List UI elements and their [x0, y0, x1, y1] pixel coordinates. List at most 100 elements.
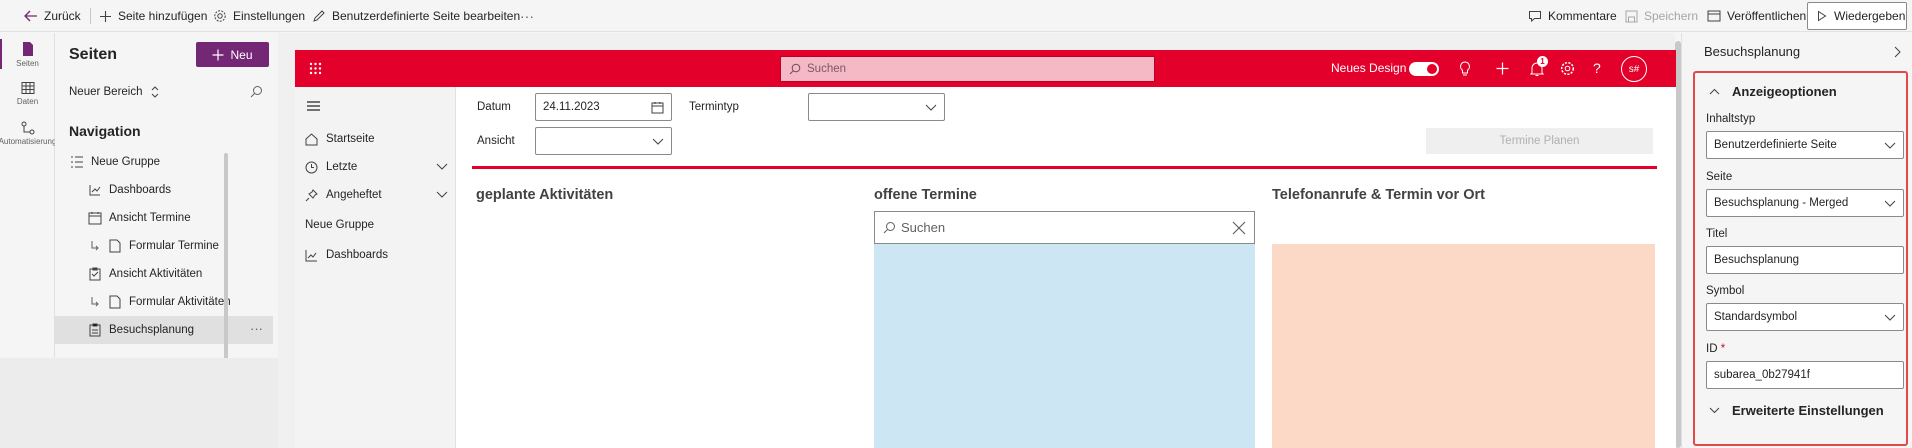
display-options-header[interactable]: Anzeigeoptionen — [1709, 84, 1837, 99]
chevron-right-icon[interactable] — [1894, 46, 1901, 58]
date-label: Datum — [477, 101, 511, 113]
calls-title: Telefonanrufe & Termin vor Ort — [1272, 187, 1485, 203]
nav-item-view-appointments[interactable]: Ansicht Termine — [55, 204, 273, 232]
clipboard-icon — [87, 266, 103, 282]
play-label: Wiedergeben — [1834, 9, 1906, 23]
type-dropdown[interactable] — [808, 93, 945, 121]
settings-button[interactable]: Einstellungen — [213, 0, 305, 32]
comments-label: Kommentare — [1548, 9, 1617, 23]
more-button[interactable]: ··· — [520, 0, 534, 32]
page-icon — [21, 41, 35, 57]
clock-icon — [305, 161, 318, 174]
scrollbar[interactable] — [224, 153, 228, 363]
chevron-down-icon — [1709, 407, 1720, 414]
nav-item-label: Besuchsplanung — [109, 324, 195, 336]
calls-list — [1272, 244, 1655, 448]
app-search-box[interactable]: Suchen — [780, 56, 1155, 82]
rail-item-data[interactable]: Daten — [0, 81, 55, 106]
publish-icon — [1707, 9, 1721, 23]
chevron-down-icon[interactable] — [436, 191, 448, 198]
title-value: Besuchsplanung — [1714, 254, 1800, 266]
comments-button[interactable]: Kommentare — [1528, 0, 1617, 32]
area-selector[interactable]: Neuer Bereich — [69, 86, 159, 98]
lightbulb-icon[interactable] — [1459, 61, 1471, 77]
notification-badge: 1 — [1537, 56, 1548, 67]
play-button[interactable]: Wiedergeben — [1807, 2, 1907, 30]
properties-title: Besuchsplanung — [1704, 44, 1801, 59]
subitem-icon — [87, 238, 103, 254]
sitemap-label: Angeheftet — [326, 189, 382, 201]
advanced-settings-header[interactable]: Erweiterte Einstellungen — [1709, 403, 1884, 418]
nav-item-group[interactable]: Neue Gruppe — [55, 148, 273, 176]
page-dropdown[interactable]: Besuchsplanung - Merged — [1706, 189, 1904, 217]
new-design-label: Neues Design — [1331, 61, 1407, 75]
help-icon[interactable]: ? — [1593, 60, 1601, 76]
group-icon — [69, 154, 85, 170]
nav-item-form-activities[interactable]: Formular Aktivitäten — [55, 288, 273, 316]
nav-item-label: Ansicht Termine — [109, 212, 191, 224]
advanced-title: Erweiterte Einstellungen — [1732, 403, 1884, 418]
command-bar: Zurück Seite hinzufügen Einstellungen Be… — [0, 0, 1912, 32]
new-button[interactable]: Neu — [196, 42, 269, 67]
edit-custom-page-button[interactable]: Benutzerdefinierte Seite bearbeiten — [312, 0, 520, 32]
nav-item-view-activities[interactable]: Ansicht Aktivitäten — [55, 260, 273, 288]
id-input[interactable]: subarea_0b27941f — [1706, 361, 1904, 389]
search-icon — [789, 63, 801, 75]
save-icon — [1625, 10, 1638, 23]
dashboard-icon — [305, 249, 318, 262]
sitemap-item-recent[interactable]: Letzte — [295, 153, 456, 181]
subitem-icon — [87, 294, 103, 310]
hamburger-icon[interactable] — [307, 101, 320, 111]
more-options-button[interactable]: ··· — [250, 321, 263, 336]
open-search-placeholder: Suchen — [901, 220, 946, 235]
sitemap-item-dashboards[interactable]: Dashboards — [295, 241, 456, 269]
search-icon[interactable] — [250, 85, 263, 98]
app-main: Datum 24.11.2023 Termintyp Ansicht Termi… — [456, 87, 1676, 448]
plan-appointments-button[interactable]: Termine Planen — [1426, 128, 1653, 154]
new-design-toggle[interactable] — [1409, 62, 1439, 76]
symbol-dropdown[interactable]: Standardsymbol — [1706, 303, 1904, 331]
chevron-down-icon[interactable] — [436, 163, 448, 170]
close-icon[interactable] — [1232, 221, 1246, 235]
rail-label: Automatisierung — [0, 137, 55, 146]
add-page-button[interactable]: Seite hinzufügen — [99, 0, 207, 32]
chevron-down-icon — [652, 138, 664, 145]
symbol-value: Standardsymbol — [1714, 311, 1798, 323]
save-button[interactable]: Speichern — [1625, 0, 1698, 32]
rail-item-automation[interactable]: Automatisierung — [0, 121, 55, 146]
open-appointments-title: offene Termine — [874, 187, 977, 203]
back-button[interactable]: Zurück — [24, 0, 81, 32]
nav-item-form-appointments[interactable]: Formular Termine — [55, 232, 273, 260]
pages-panel: Seiten Neu Neuer Bereich Navigation Neue… — [0, 33, 278, 448]
page-label: Seite — [1706, 171, 1733, 183]
sitemap-item-home[interactable]: Startseite — [295, 125, 456, 153]
search-icon — [883, 221, 896, 234]
chevron-down-icon — [1884, 142, 1896, 149]
area-label: Neuer Bereich — [69, 86, 143, 98]
publish-button[interactable]: Veröffentlichen — [1707, 0, 1806, 32]
nav-item-dashboards[interactable]: Dashboards — [55, 176, 273, 204]
view-dropdown[interactable] — [535, 127, 672, 155]
nav-item-besuchsplanung[interactable]: Besuchsplanung ··· — [55, 316, 273, 344]
pencil-icon — [312, 9, 326, 23]
custom-page-icon — [87, 322, 103, 338]
plus-icon[interactable] — [1496, 62, 1509, 75]
rail-item-pages[interactable]: Seiten — [0, 41, 55, 68]
app-header: Suchen Neues Design 1 ? s# — [295, 50, 1676, 87]
sitemap-item-pinned[interactable]: Angeheftet — [295, 181, 456, 209]
divider — [90, 8, 91, 24]
plus-icon — [99, 10, 112, 23]
title-input[interactable]: Besuchsplanung — [1706, 246, 1904, 274]
content-type-dropdown[interactable]: Benutzerdefinierte Seite — [1706, 131, 1904, 159]
open-appointments-search[interactable]: Suchen — [874, 211, 1255, 244]
gear-icon[interactable] — [1560, 61, 1575, 76]
avatar[interactable]: s# — [1621, 56, 1647, 82]
date-field[interactable]: 24.11.2023 — [535, 93, 672, 121]
add-page-label: Seite hinzufügen — [118, 9, 208, 23]
calendar-icon[interactable] — [651, 101, 664, 114]
plus-icon — [212, 49, 224, 61]
waffle-icon[interactable] — [309, 62, 322, 75]
section-title: Anzeigeoptionen — [1732, 84, 1837, 99]
form-icon — [107, 294, 123, 310]
new-button-label: Neu — [230, 47, 253, 62]
